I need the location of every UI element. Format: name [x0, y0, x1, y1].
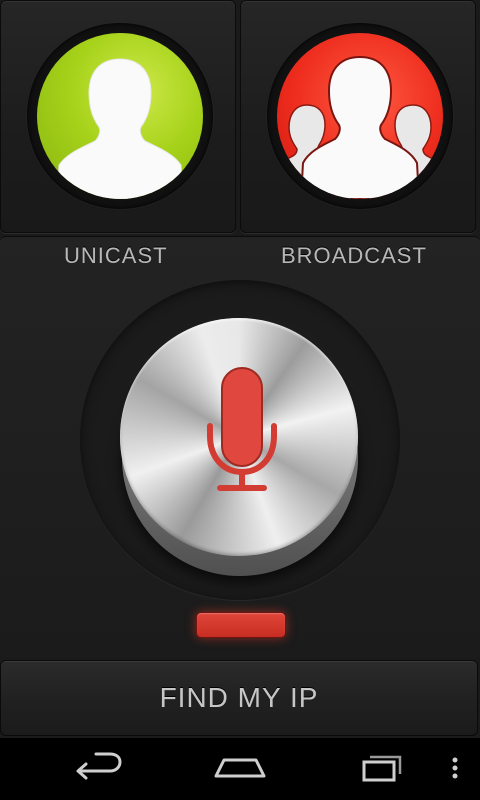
back-button[interactable] — [58, 738, 138, 800]
broadcast-label: BROADCAST — [281, 243, 427, 268]
unicast-avatar-ring — [27, 23, 213, 209]
home-button[interactable] — [200, 738, 280, 800]
microphone-icon — [207, 367, 277, 491]
broadcast-avatar-ring — [267, 23, 453, 209]
back-icon — [76, 752, 122, 780]
group-people-icon — [277, 55, 443, 199]
single-person-icon — [56, 58, 184, 199]
transmit-status-indicator — [196, 612, 286, 638]
broadcast-avatar — [277, 33, 443, 199]
push-to-talk-button[interactable] — [120, 318, 358, 556]
system-navigation-bar — [0, 738, 480, 800]
overflow-menu-icon — [452, 757, 458, 779]
unicast-mode-tile[interactable] — [0, 0, 236, 233]
home-icon — [214, 758, 266, 778]
overflow-menu-button[interactable] — [430, 738, 480, 800]
recent-apps-button[interactable] — [342, 738, 422, 800]
find-my-ip-button[interactable]: FIND MY IP — [0, 660, 478, 736]
unicast-label: UNICAST — [64, 243, 168, 268]
broadcast-mode-tile[interactable] — [240, 0, 476, 233]
recent-apps-icon — [362, 755, 402, 782]
walkie-talkie-screen: UNICAST BROADCAST FIND MY IP — [0, 0, 480, 800]
unicast-avatar — [37, 33, 203, 199]
